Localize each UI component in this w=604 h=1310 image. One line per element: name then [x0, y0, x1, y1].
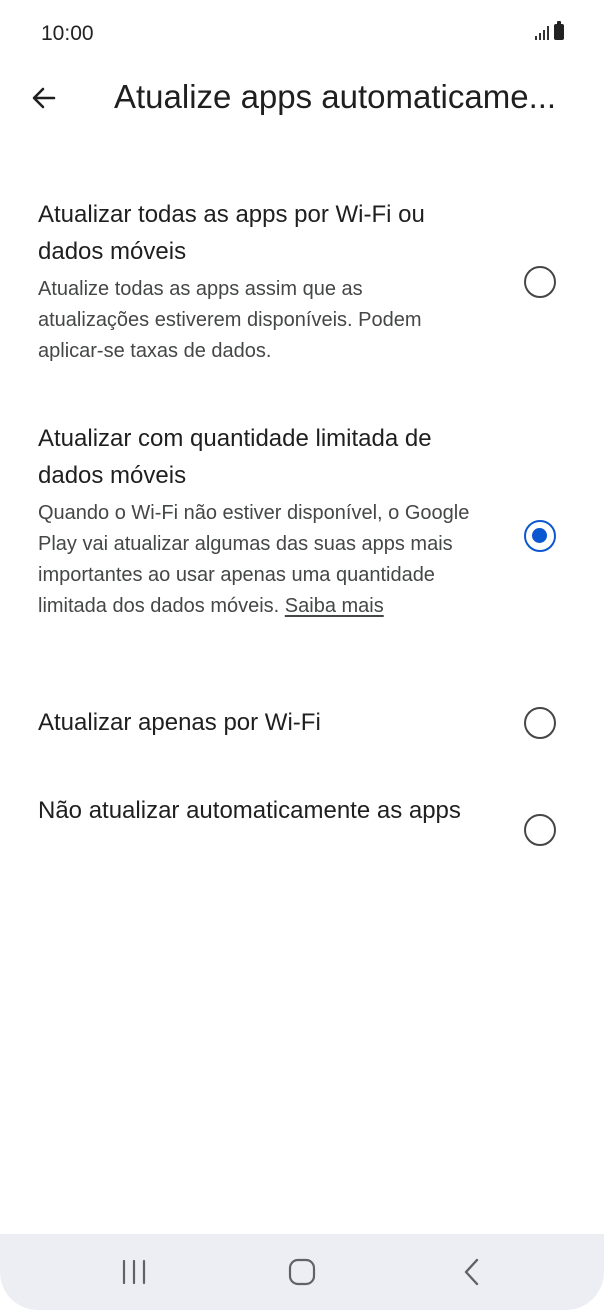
radio-button[interactable]: [524, 814, 556, 846]
battery-icon: [554, 21, 564, 40]
option-dont-auto-update[interactable]: Não atualizar automaticamente as apps: [0, 790, 604, 880]
signal-icon: [535, 24, 549, 40]
option-limited-mobile-data[interactable]: Atualizar com quantidade limitada de dad…: [0, 416, 604, 666]
arrow-left-icon: [32, 87, 56, 109]
radio-button-selected[interactable]: [524, 520, 556, 552]
app-bar: Atualize apps automaticame...: [0, 70, 604, 126]
page-title: Atualize apps automaticame...: [114, 78, 557, 115]
back-icon: [464, 1258, 479, 1286]
option-title: Atualizar todas as apps por Wi-Fi ou dad…: [38, 201, 425, 265]
recents-icon: [122, 1259, 146, 1285]
back-button[interactable]: [22, 76, 66, 120]
option-title: Atualizar com quantidade limitada de dad…: [38, 425, 432, 489]
option-all-apps-wifi-or-mobile[interactable]: Atualizar todas as apps por Wi-Fi ou dad…: [0, 192, 604, 382]
option-description-text: Quando o Wi-Fi não estiver disponível, o…: [38, 502, 470, 617]
home-icon: [288, 1258, 316, 1286]
status-bar: 10:00: [0, 0, 604, 70]
recents-button[interactable]: [94, 1234, 174, 1310]
home-button[interactable]: [262, 1234, 342, 1310]
radio-button[interactable]: [524, 707, 556, 739]
status-time: 10:00: [41, 22, 94, 45]
option-title: Não atualizar automaticamente as apps: [38, 797, 461, 824]
option-title: Atualizar apenas por Wi-Fi: [38, 709, 321, 736]
option-wifi-only[interactable]: Atualizar apenas por Wi-Fi: [0, 700, 604, 750]
status-icons: [535, 21, 564, 40]
option-description: Atualize todas as apps assim que as atua…: [38, 278, 422, 362]
learn-more-link[interactable]: Saiba mais: [285, 595, 384, 617]
navigation-bar: [0, 1234, 604, 1310]
radio-button[interactable]: [524, 266, 556, 298]
back-nav-button[interactable]: [432, 1234, 512, 1310]
option-description: Quando o Wi-Fi não estiver disponível, o…: [38, 498, 478, 622]
